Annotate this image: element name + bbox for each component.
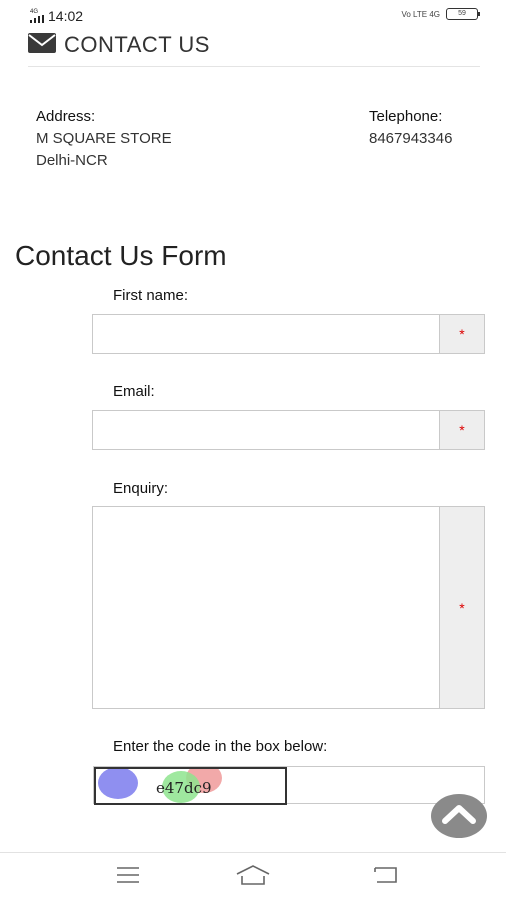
battery-icon: 59: [446, 8, 480, 20]
first-name-input[interactable]: [93, 315, 439, 353]
chevron-up-icon: [442, 804, 476, 829]
header-divider: [28, 66, 480, 67]
back-icon: [371, 865, 399, 890]
page-title: CONTACT US: [64, 32, 210, 57]
required-indicator: *: [439, 507, 484, 708]
status-bar-left: 4G 14:02: [30, 6, 83, 26]
address-line-2: Delhi-NCR: [36, 152, 108, 169]
email-field: *: [92, 410, 485, 450]
form-title: Contact Us Form: [15, 240, 227, 271]
enquiry-field: *: [92, 506, 485, 709]
email-input[interactable]: [93, 411, 439, 449]
address-line-1: M SQUARE STORE: [36, 130, 172, 147]
captcha-label: Enter the code in the box below:: [113, 738, 328, 755]
envelope-icon: [28, 32, 56, 58]
required-marker: *: [459, 599, 465, 616]
signal-icon: 4G: [30, 9, 44, 23]
scroll-top-button[interactable]: [431, 794, 487, 838]
back-button[interactable]: [370, 863, 400, 891]
captcha-code: e47dc9: [156, 779, 212, 797]
battery-level: 59: [458, 10, 466, 17]
required-indicator: *: [439, 315, 484, 353]
network-indicator: Vo LTE 4G: [401, 9, 440, 19]
required-marker: *: [459, 326, 465, 342]
menu-icon: [116, 866, 140, 889]
captcha-noise: [98, 769, 138, 799]
menu-button[interactable]: [113, 863, 143, 891]
telephone-label: Telephone:: [369, 108, 443, 125]
status-time: 14:02: [48, 8, 84, 24]
first-name-field: *: [92, 314, 485, 354]
captcha-image: e47dc9: [94, 767, 287, 805]
required-indicator: *: [439, 411, 484, 449]
enquiry-textarea[interactable]: [93, 507, 439, 708]
enquiry-label: Enquiry:: [113, 480, 169, 497]
captcha-field[interactable]: e47dc9: [93, 766, 485, 805]
telephone-value[interactable]: 8467943346: [369, 128, 452, 150]
first-name-label: First name:: [113, 287, 189, 304]
address-label: Address:: [36, 108, 96, 125]
home-icon: [236, 864, 270, 891]
required-marker: *: [459, 422, 465, 438]
system-nav-bar: [0, 852, 506, 901]
status-bar-right: Vo LTE 4G 59: [401, 8, 480, 20]
page-header: CONTACT US: [28, 32, 210, 58]
home-button[interactable]: [236, 863, 270, 891]
email-label: Email:: [113, 383, 155, 400]
